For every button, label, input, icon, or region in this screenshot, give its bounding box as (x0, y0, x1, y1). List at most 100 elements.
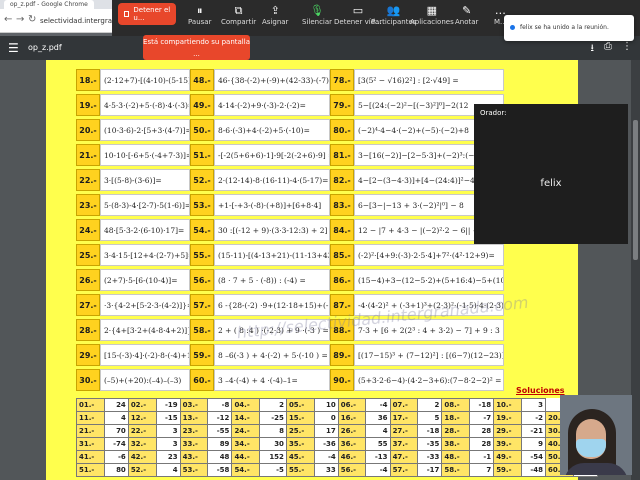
exercise-expression: 3·4·15·[12+4·(2-7)+5]= (100, 244, 190, 266)
solution-number: 35.- (285, 437, 315, 451)
stop-sharing-label: Detener el u... (133, 6, 171, 22)
mute-button[interactable]: 🎙 Silenciar (302, 3, 332, 33)
solution-number: 08.- (441, 398, 471, 412)
solution-number: 42.- (127, 450, 157, 464)
stop-square-icon (124, 11, 130, 17)
solution-number: 21.- (76, 424, 105, 438)
exercise-expression: 2·(12-14)-8·(16-11)-4·(5-17)= (214, 169, 330, 191)
exercise-row: 26.- (2+7)·5-[6-(10-4)]= 56.- (8 · 7 + 5 · … (76, 268, 504, 292)
exercise-number: 30.- (76, 369, 100, 391)
solution-number: 26.- (337, 424, 367, 438)
solutions-row: 41.- -6 42.- 23 43.- 48 44.- 152 45.- -4 46.- -13 47… (76, 450, 599, 464)
solution-value: 5 (417, 411, 443, 425)
annotate-button[interactable]: ✎ Anotar (455, 3, 478, 33)
pdf-scrollbar[interactable] (631, 60, 640, 480)
webcam-thumbnail[interactable] (560, 395, 632, 475)
exercise-row: 29.- [15-(-3)·4]·(-2)·8-(-4)+1 59.- 8 –6(-3… (76, 343, 504, 367)
solution-value: 3 (520, 398, 547, 412)
browser-tab[interactable]: op_z.pdf - Google Chrome (4, 0, 94, 9)
more-options-icon[interactable]: ⋮ (622, 41, 632, 58)
solution-number: 18.- (441, 411, 471, 425)
menu-icon[interactable]: ☰ (8, 41, 19, 55)
sharing-banner[interactable]: Está compartiendo su pantalla ... (143, 35, 250, 60)
solution-number: 55.- (285, 463, 315, 477)
assign-button[interactable]: ⇪ Asignar (262, 3, 288, 33)
solution-value: 8 (259, 424, 287, 438)
solution-value: -4 (365, 398, 391, 412)
solution-value: -2 (520, 411, 547, 425)
exercise-row: 30.- (–5)+(+20):(–4)–(–3) 60.- 3 –4·(-4) + … (76, 368, 504, 392)
solution-number: 58.- (441, 463, 471, 477)
mute-label: Silenciar (302, 18, 333, 26)
solution-number: 32.- (127, 437, 157, 451)
pause-share-button[interactable]: ⏸ Pausar (188, 3, 211, 33)
microphone-icon: 🎙 (310, 4, 324, 17)
url-field[interactable]: selectividad.intergranada.com/ESO (40, 14, 112, 28)
exercise-expression: 8 –6(-3 ) + 4·(-2) + 5·(-10 ) = (214, 344, 330, 366)
solution-value: 17 (313, 424, 339, 438)
solution-value: -58 (207, 463, 233, 477)
participants-icon: 👥 (386, 4, 401, 17)
solutions-title[interactable]: Soluciones (516, 386, 565, 395)
exercise-row: 19.- 4·5·3·(-2)+5·(-8)·4·(-3)= 49.- 4·14·(-… (76, 93, 504, 117)
exercise-number: 78.- (330, 69, 354, 91)
solution-value: -35 (417, 437, 443, 451)
solution-value: -74 (103, 437, 129, 451)
back-arrow-icon[interactable]: ← (4, 14, 12, 25)
new-share-button[interactable]: ⧉ Compartir (221, 3, 256, 33)
pencil-icon: ✎ (462, 4, 472, 17)
exercise-expression: (10-3·6)-2·[5+3·(4-7)]= (100, 119, 190, 141)
scrollbar-thumb[interactable] (633, 120, 638, 260)
exercise-number: 89.- (330, 344, 354, 366)
solution-number: 23.- (179, 424, 209, 438)
solution-value: -25 (259, 411, 287, 425)
download-icon[interactable]: ⭳ (591, 41, 595, 58)
speaker-panel[interactable]: Orador: felix (474, 104, 628, 244)
exercise-expression: +1-[-+3-(-8)·(+8)]+[6+8·4] (214, 194, 330, 216)
solution-value: 7 (469, 463, 495, 477)
solution-number: 02.- (127, 398, 157, 412)
exercise-expression: (-2)²·[4+9:(-3)·2·5·4]+7²·(4²·12+9)= (354, 244, 504, 266)
solution-value: -18 (417, 424, 443, 438)
solution-value: 4 (365, 424, 391, 438)
solution-value: -48 (520, 463, 547, 477)
apps-button[interactable]: ▦ Aplicaciones (410, 3, 454, 33)
exercise-number: 79.- (330, 94, 354, 116)
exercise-number: 21.- (76, 144, 100, 166)
join-notification[interactable]: felix se ha unido a la reunión. (504, 15, 634, 41)
exercise-expression: (8 · 7 + 5 · (-8)) : (-4) = (214, 269, 330, 291)
annotate-label: Anotar (455, 18, 479, 26)
exercise-number: 60.- (190, 369, 214, 391)
solutions-row: 11.- 4 12.- -15 13.- -12 14.- -25 15.- 0 16.- 36 17.… (76, 411, 599, 425)
solution-number: 43.- (179, 450, 209, 464)
exercise-number: 18.- (76, 69, 100, 91)
solution-number: 53.- (179, 463, 209, 477)
exercise-number: 82.- (330, 169, 354, 191)
exercise-row: 25.- 3·4·15·[12+4·(2-7)+5]= 55.- (15-11)-[(… (76, 243, 504, 267)
exercise-expression: 6 -{28-(-2) ·9+(12·18+15)+(-7)} (214, 294, 330, 316)
exercise-expression: 3 –4·(-4) + 4 ·(-4)–1= (214, 369, 330, 391)
exercise-number: 20.- (76, 119, 100, 141)
forward-arrow-icon[interactable]: → (16, 14, 24, 25)
exercise-number: 49.- (190, 94, 214, 116)
exercise-row: 23.- 5·(8-3)-4·[2-7)-5(1-6)]= 53.- +1-[-+3-… (76, 193, 504, 217)
webcam-person-mask (576, 439, 606, 457)
solution-number: 47.- (389, 450, 419, 464)
exercise-expression: [15-(-3)·4]·(-2)·8-(-4)+1 (100, 344, 190, 366)
solution-number: 44.- (231, 450, 261, 464)
solution-number: 59.- (493, 463, 522, 477)
solution-value: -4 (313, 450, 339, 464)
solution-value: -8 (207, 398, 233, 412)
exercise-row: 18.- (2·12+7)-[(4-10)-(5-15) 48.- 46-{38-(-… (76, 68, 504, 92)
print-icon[interactable]: ⎙ (604, 41, 612, 58)
solution-value: 2 (417, 398, 443, 412)
solution-number: 25.- (285, 424, 315, 438)
exercise-number: 28.- (76, 319, 100, 341)
exercise-number: 86.- (330, 269, 354, 291)
exercise-expression: (2+7)·5-[6-(10-4)]= (100, 269, 190, 291)
solution-number: 07.- (389, 398, 419, 412)
solution-value: 33 (313, 463, 339, 477)
reload-icon[interactable]: ↻ (28, 14, 36, 25)
stop-sharing-button[interactable]: Detener el u... (118, 3, 176, 25)
solution-number: 56.- (337, 463, 367, 477)
